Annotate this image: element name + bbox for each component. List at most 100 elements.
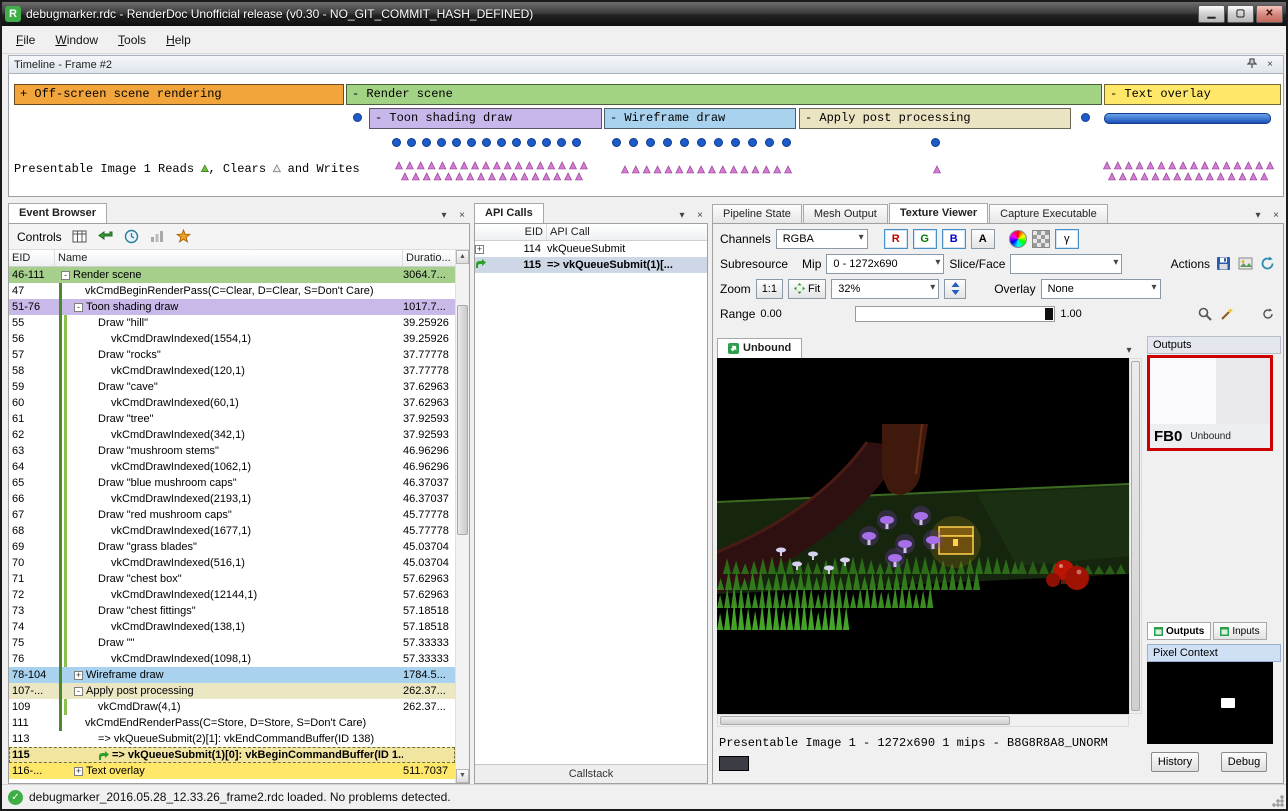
event-row[interactable]: 60vkCmdDrawIndexed(60,1)37.62963 — [9, 395, 455, 411]
event-row[interactable]: 66vkCmdDrawIndexed(2193,1)46.37037 — [9, 491, 455, 507]
timeline-event-dot[interactable] — [697, 138, 706, 147]
timeline-event-dot[interactable] — [557, 138, 566, 147]
event-row[interactable]: 113=> vkQueueSubmit(2)[1]: vkEndCommandB… — [9, 731, 455, 747]
event-row[interactable]: 74vkCmdDrawIndexed(138,1)57.18518 — [9, 619, 455, 635]
tab-mesh-output[interactable]: Mesh Output — [803, 204, 888, 223]
event-row[interactable]: 75Draw ""57.33333 — [9, 635, 455, 651]
flip-y-button[interactable] — [944, 279, 966, 299]
timeline-bar[interactable]: - Text overlay — [1104, 84, 1281, 105]
event-row[interactable]: 63Draw "mushroom stems"46.96296 — [9, 443, 455, 459]
column-eid[interactable]: EID — [475, 224, 547, 240]
bookmark-icon[interactable] — [175, 228, 192, 245]
tree-expander[interactable]: - — [74, 303, 83, 312]
channel-b-toggle[interactable]: B — [942, 229, 966, 249]
tab-texture-viewer[interactable]: Texture Viewer — [889, 203, 988, 223]
timeline-canvas[interactable]: + Off-screen scene rendering- Render sce… — [8, 74, 1284, 197]
timeline-bar[interactable]: - Render scene — [346, 84, 1102, 105]
zoom-fit-button[interactable]: Fit — [788, 279, 826, 299]
timeline-event-dot[interactable] — [731, 138, 740, 147]
event-row[interactable]: 116-...+Text overlay511.7037 — [9, 763, 455, 779]
stats-icon[interactable] — [149, 228, 166, 245]
tab-capture-executable[interactable]: Capture Executable — [989, 204, 1108, 223]
event-row[interactable]: 46-111-Render scene3064.7... — [9, 267, 455, 283]
timeline-event-dot[interactable] — [407, 138, 416, 147]
refresh-icon[interactable] — [1259, 255, 1276, 272]
tab-pipeline-state[interactable]: Pipeline State — [712, 204, 802, 223]
channel-g-toggle[interactable]: G — [913, 229, 937, 249]
title-bar[interactable]: R debugmarker.rdc - RenderDoc Unofficial… — [2, 2, 1286, 26]
event-row[interactable]: 65Draw "blue mushroom caps"46.37037 — [9, 475, 455, 491]
event-row[interactable]: 47vkCmdBeginRenderPass(C=Clear, D=Clear,… — [9, 283, 455, 299]
event-row[interactable]: 115=> vkQueueSubmit(1)[0]: vkBeginComman… — [9, 747, 455, 763]
slice-face-select[interactable] — [1010, 254, 1122, 274]
event-row[interactable]: 56vkCmdDrawIndexed(1554,1)39.25926 — [9, 331, 455, 347]
autofit-wand-icon[interactable] — [1218, 305, 1235, 322]
close-button[interactable]: ✕ — [1256, 5, 1283, 23]
event-browser-scrollbar[interactable]: ▲ ▼ — [455, 250, 469, 783]
chevron-down-icon[interactable]: ▾ — [1121, 344, 1137, 358]
timeline-event-dot[interactable] — [542, 138, 551, 147]
event-row[interactable]: 59Draw "cave"37.62963 — [9, 379, 455, 395]
timeline-event-dot[interactable] — [765, 138, 774, 147]
api-call-row[interactable]: +114vkQueueSubmit — [475, 241, 707, 257]
api-call-row[interactable]: 115=> vkQueueSubmit(1)[... — [475, 257, 707, 273]
event-row[interactable]: 57Draw "rocks"37.77778 — [9, 347, 455, 363]
timeline-event-dot[interactable] — [748, 138, 757, 147]
channels-select[interactable]: RGBA — [776, 229, 868, 249]
range-min-value[interactable]: 0.00 — [760, 308, 850, 320]
event-row[interactable]: 62vkCmdDrawIndexed(342,1)37.92593 — [9, 427, 455, 443]
range-reset-icon[interactable] — [1259, 305, 1276, 322]
close-icon[interactable]: × — [1262, 58, 1278, 72]
timeline-event-dot[interactable] — [467, 138, 476, 147]
range-max-value[interactable]: 1.00 — [1060, 308, 1100, 320]
fb0-thumbnail[interactable]: FB0 Unbound — [1147, 355, 1273, 451]
close-icon[interactable]: × — [1268, 209, 1284, 223]
callstack-section[interactable]: Callstack — [475, 764, 707, 783]
timeline-event-dot[interactable] — [512, 138, 521, 147]
timeline-activity-bar[interactable] — [1104, 113, 1271, 124]
timeline-event-dot[interactable] — [497, 138, 506, 147]
timeline-event-dot[interactable] — [612, 138, 621, 147]
tree-expander[interactable]: + — [74, 767, 83, 776]
debug-button[interactable]: Debug — [1221, 752, 1267, 772]
chevron-down-icon[interactable]: ▾ — [436, 209, 452, 223]
texture-vscrollbar[interactable] — [1129, 358, 1142, 714]
chevron-down-icon[interactable]: ▾ — [674, 209, 690, 223]
timeline-event-dot[interactable] — [714, 138, 723, 147]
menu-file[interactable]: File — [6, 29, 45, 51]
event-row[interactable]: 68vkCmdDrawIndexed(1677,1)45.77778 — [9, 523, 455, 539]
timeline-event-dot[interactable] — [629, 138, 638, 147]
range-slider[interactable] — [855, 306, 1055, 322]
minimize-button[interactable]: ▁ — [1198, 5, 1225, 23]
event-row[interactable]: 70vkCmdDrawIndexed(516,1)45.03704 — [9, 555, 455, 571]
column-duration[interactable]: Duratio... — [403, 250, 455, 266]
maximize-button[interactable]: ▢ — [1227, 5, 1254, 23]
goto-eid-icon[interactable] — [97, 228, 114, 245]
event-row[interactable]: 64vkCmdDrawIndexed(1062,1)46.96296 — [9, 459, 455, 475]
texture-hscrollbar[interactable] — [717, 714, 1129, 727]
event-row[interactable]: 51-76-Toon shading draw1017.7... — [9, 299, 455, 315]
timeline-bar[interactable]: + Off-screen scene rendering — [14, 84, 344, 105]
timeline-bar[interactable]: - Wireframe draw — [604, 108, 796, 129]
texture-view[interactable] — [717, 358, 1129, 714]
event-row[interactable]: 76vkCmdDrawIndexed(1098,1)57.33333 — [9, 651, 455, 667]
timeline-event-dot[interactable] — [527, 138, 536, 147]
select-columns-icon[interactable] — [71, 228, 88, 245]
menu-help[interactable]: Help — [156, 29, 201, 51]
pixel-context-view[interactable] — [1147, 662, 1273, 744]
history-button[interactable]: History — [1151, 752, 1199, 772]
event-row[interactable]: 69Draw "grass blades"45.03704 — [9, 539, 455, 555]
timeline-event-dot[interactable] — [572, 138, 581, 147]
event-row[interactable]: 78-104+Wireframe draw1784.5... — [9, 667, 455, 683]
tree-expander[interactable]: - — [61, 271, 70, 280]
menu-window[interactable]: Window — [45, 29, 108, 51]
timeline-event-dot[interactable] — [422, 138, 431, 147]
event-row[interactable]: 71Draw "chest box"57.62963 — [9, 571, 455, 587]
tab-event-browser[interactable]: Event Browser — [8, 203, 107, 223]
time-draws-icon[interactable] — [123, 228, 140, 245]
tab-unbound[interactable]: Unbound — [717, 338, 802, 358]
event-row[interactable]: 72vkCmdDrawIndexed(12144,1)57.62963 — [9, 587, 455, 603]
tab-outputs[interactable]: Outputs — [1147, 622, 1211, 640]
timeline-event-dot[interactable] — [482, 138, 491, 147]
close-icon[interactable]: × — [454, 209, 470, 223]
